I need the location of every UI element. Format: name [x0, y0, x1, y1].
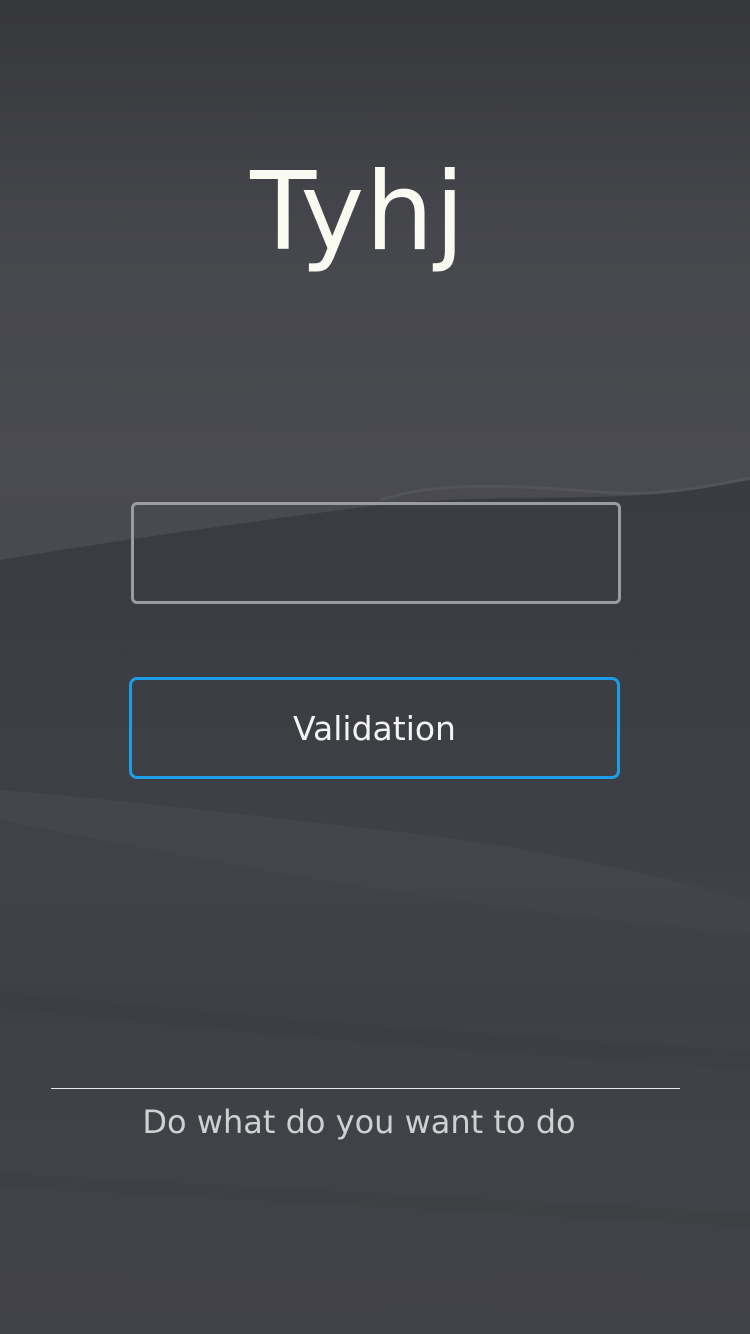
app-title: Tyhj	[250, 150, 466, 275]
footer-tagline: Do what do you want to do	[142, 1103, 576, 1141]
code-input[interactable]	[131, 502, 621, 604]
login-screen: Tyhj Validation Do what do you want to d…	[0, 0, 750, 1334]
footer-divider	[51, 1088, 680, 1089]
validation-button[interactable]: Validation	[129, 677, 620, 779]
